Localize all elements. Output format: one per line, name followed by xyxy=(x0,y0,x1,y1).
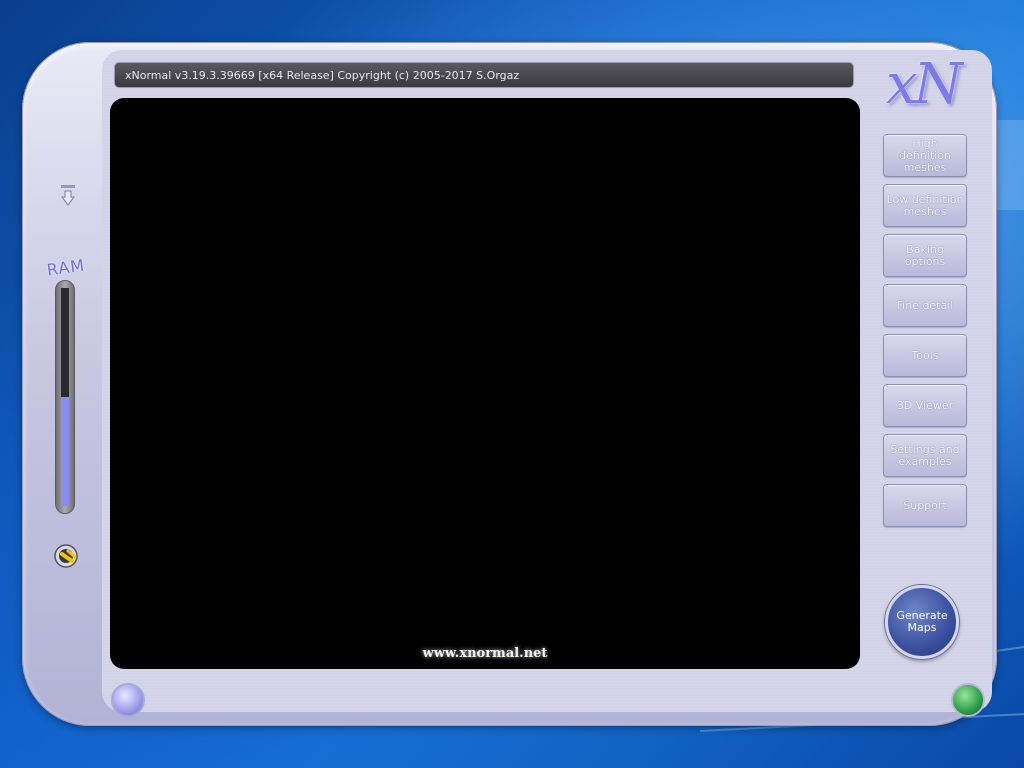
xnormal-logo: xN xyxy=(886,52,963,117)
3d-viewer-button[interactable]: 3D Viewer xyxy=(883,384,967,427)
support-button[interactable]: Support xyxy=(883,484,967,527)
website-link[interactable]: www.xnormal.net xyxy=(110,646,860,661)
minimize-orb-icon[interactable] xyxy=(111,683,145,717)
high-definition-meshes-button[interactable]: High definition meshes xyxy=(883,134,967,177)
baking-options-button[interactable]: Baking options xyxy=(883,234,967,277)
plug-icon[interactable] xyxy=(52,541,82,571)
down-arrow-icon[interactable] xyxy=(60,185,76,207)
main-viewport[interactable]: www.xnormal.net xyxy=(110,98,860,669)
ram-fill xyxy=(61,397,69,506)
low-definition-meshes-button[interactable]: Low definition meshes xyxy=(883,184,967,227)
fine-detail-button[interactable]: Fine detail xyxy=(883,284,967,327)
status-orb-icon[interactable] xyxy=(951,683,985,717)
ram-usage-meter xyxy=(55,280,75,514)
ram-track xyxy=(61,288,69,506)
title-bar: xNormal v3.19.3.39669 [x64 Release] Copy… xyxy=(114,62,854,88)
settings-and-examples-button[interactable]: Settings and examples xyxy=(883,434,967,477)
generate-maps-button[interactable]: Generate Maps xyxy=(885,585,959,659)
tools-button[interactable]: Tools xyxy=(883,334,967,377)
